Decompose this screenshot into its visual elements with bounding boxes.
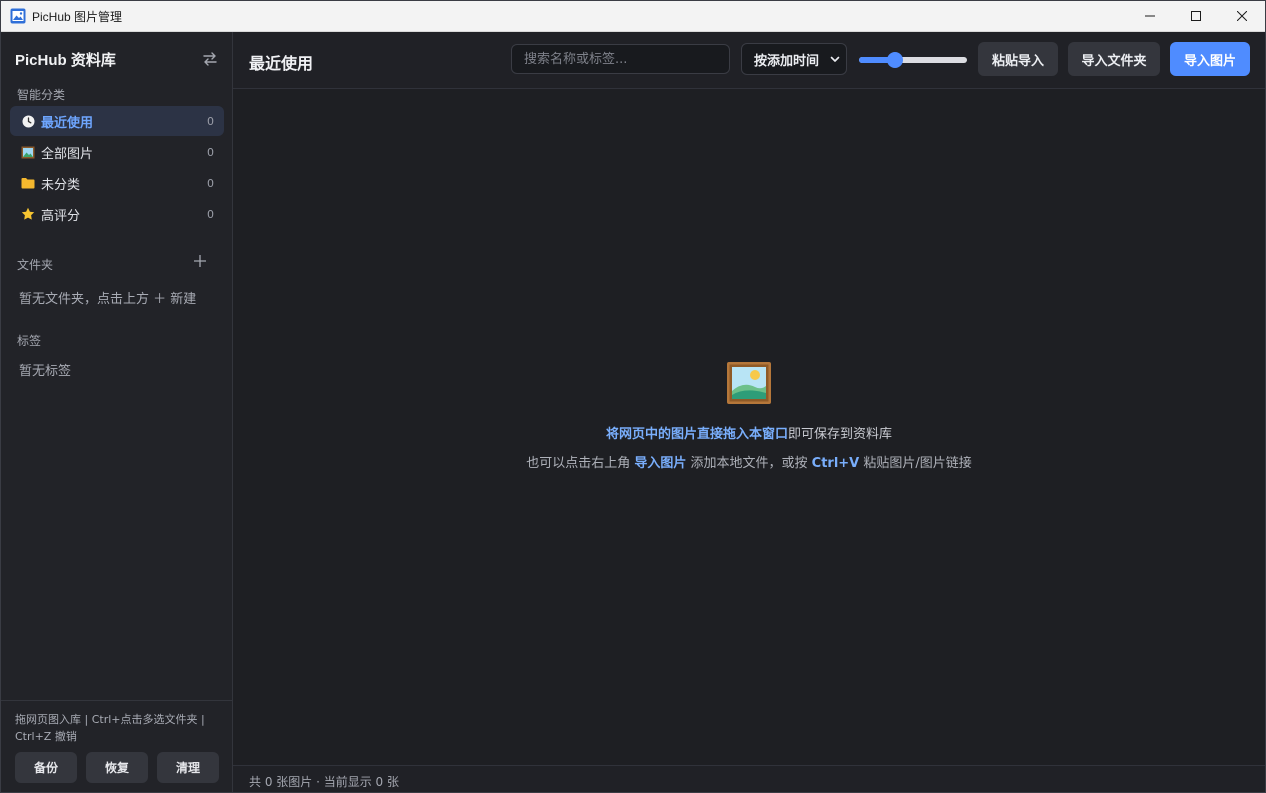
sidebar-item-label: 高评分 <box>41 208 81 224</box>
add-folder-icon[interactable] <box>193 254 207 268</box>
folders-label: 文件夹 <box>17 258 54 272</box>
item-count: 0 <box>207 176 214 190</box>
main-panel: 最近使用 按添加时间 粘贴导入 导入文件夹 导入图片 <box>233 32 1265 792</box>
library-title: PicHub 资料库 <box>15 51 116 69</box>
shortcut-hint: 拖网页图入库 | Ctrl+点击多选文件夹 | Ctrl+Z 撤销 <box>15 713 205 743</box>
sidebar-footer: 拖网页图入库 | Ctrl+点击多选文件夹 | Ctrl+Z 撤销 备份 恢复 … <box>1 700 232 793</box>
star-icon <box>21 207 35 221</box>
empty-state: 将网页中的图片直接拖入本窗口即可保存到资料库 也可以点击右上角 导入图片 添加本… <box>233 88 1265 765</box>
sidebar-item-all-images[interactable]: 全部图片 0 <box>10 137 224 167</box>
item-count: 0 <box>207 114 214 128</box>
sidebar-item-label: 最近使用 <box>41 115 94 131</box>
tags-empty-note: 暂无标签 <box>19 364 72 379</box>
swap-arrows-icon[interactable] <box>201 50 219 68</box>
sidebar-item-high-rated[interactable]: 高评分 0 <box>10 199 224 229</box>
hint-text: 添加本地文件，或按 <box>686 455 812 471</box>
image-icon <box>21 145 35 159</box>
clean-button[interactable]: 清理 <box>157 752 219 783</box>
maintenance-buttons: 备份 恢复 清理 <box>15 752 219 783</box>
slider-thumb[interactable] <box>886 52 903 68</box>
close-icon <box>1237 11 1247 21</box>
close-button[interactable] <box>1219 1 1265 31</box>
sort-value: 按添加时间 <box>754 53 820 69</box>
drag-hint-bold: 将网页中的图片直接拖入本窗口 <box>605 426 788 442</box>
sidebar: PicHub 资料库 智能分类 最近使用 0 全部图片 0 未分类 0 高评分 … <box>1 32 233 792</box>
paste-import-button[interactable]: 粘贴导入 <box>978 42 1058 76</box>
sidebar-header: PicHub 资料库 <box>15 48 219 70</box>
clock-icon <box>21 114 35 128</box>
picture-icon <box>10 8 26 24</box>
minimize-button[interactable] <box>1127 1 1173 31</box>
sidebar-item-recent[interactable]: 最近使用 0 <box>10 106 224 136</box>
hint-text: 粘贴图片/图片链接 <box>859 455 972 471</box>
backup-button[interactable]: 备份 <box>15 752 77 783</box>
maximize-button[interactable] <box>1173 1 1219 31</box>
status-bar: 共 0 张图片 · 当前显示 0 张 <box>233 765 1265 792</box>
toolbar: 最近使用 按添加时间 粘贴导入 导入文件夹 导入图片 <box>233 32 1265 89</box>
import-hint-line: 也可以点击右上角 导入图片 添加本地文件，或按 Ctrl+V 粘贴图片/图片链接 <box>526 452 972 471</box>
thumbnail-size-slider[interactable] <box>859 52 967 68</box>
folders-empty-note: 暂无文件夹，点击上方 ＋ 新建 <box>19 292 197 307</box>
folder-icon <box>21 176 35 190</box>
window-controls <box>1127 1 1265 31</box>
maximize-icon <box>1191 11 1201 21</box>
import-folder-button[interactable]: 导入文件夹 <box>1068 42 1160 76</box>
tags-label: 标签 <box>17 334 42 348</box>
smart-category-list: 最近使用 0 全部图片 0 未分类 0 高评分 0 <box>10 106 224 230</box>
sidebar-item-label: 全部图片 <box>41 146 94 162</box>
drag-hint-line: 将网页中的图片直接拖入本窗口即可保存到资料库 <box>606 423 892 442</box>
minimize-icon <box>1145 15 1155 17</box>
item-count: 0 <box>207 145 214 159</box>
drag-hint-rest: 即可保存到资料库 <box>788 426 893 442</box>
import-images-button[interactable]: 导入图片 <box>1170 42 1250 76</box>
search-input[interactable] <box>511 44 730 74</box>
hint-shortcut: Ctrl+V <box>811 455 860 471</box>
window-title: PicHub 图片管理 <box>32 9 123 24</box>
sidebar-item-uncategorized[interactable]: 未分类 0 <box>10 168 224 198</box>
title-bar[interactable]: PicHub 图片管理 <box>1 1 1265 32</box>
hint-text: 也可以点击右上角 <box>526 455 635 471</box>
item-count: 0 <box>207 207 214 221</box>
framed-picture-icon <box>727 361 771 404</box>
smart-category-label: 智能分类 <box>17 88 66 102</box>
hint-import-images: 导入图片 <box>634 455 687 471</box>
page-title: 最近使用 <box>249 54 314 73</box>
sidebar-item-label: 未分类 <box>41 177 81 193</box>
app-window: PicHub 图片管理 PicHub 资料库 智能分类 最近使用 0 全部图片 … <box>0 0 1266 793</box>
sort-select[interactable]: 按添加时间 <box>741 43 847 75</box>
chevron-down-icon <box>830 56 840 62</box>
restore-button[interactable]: 恢复 <box>86 752 148 783</box>
